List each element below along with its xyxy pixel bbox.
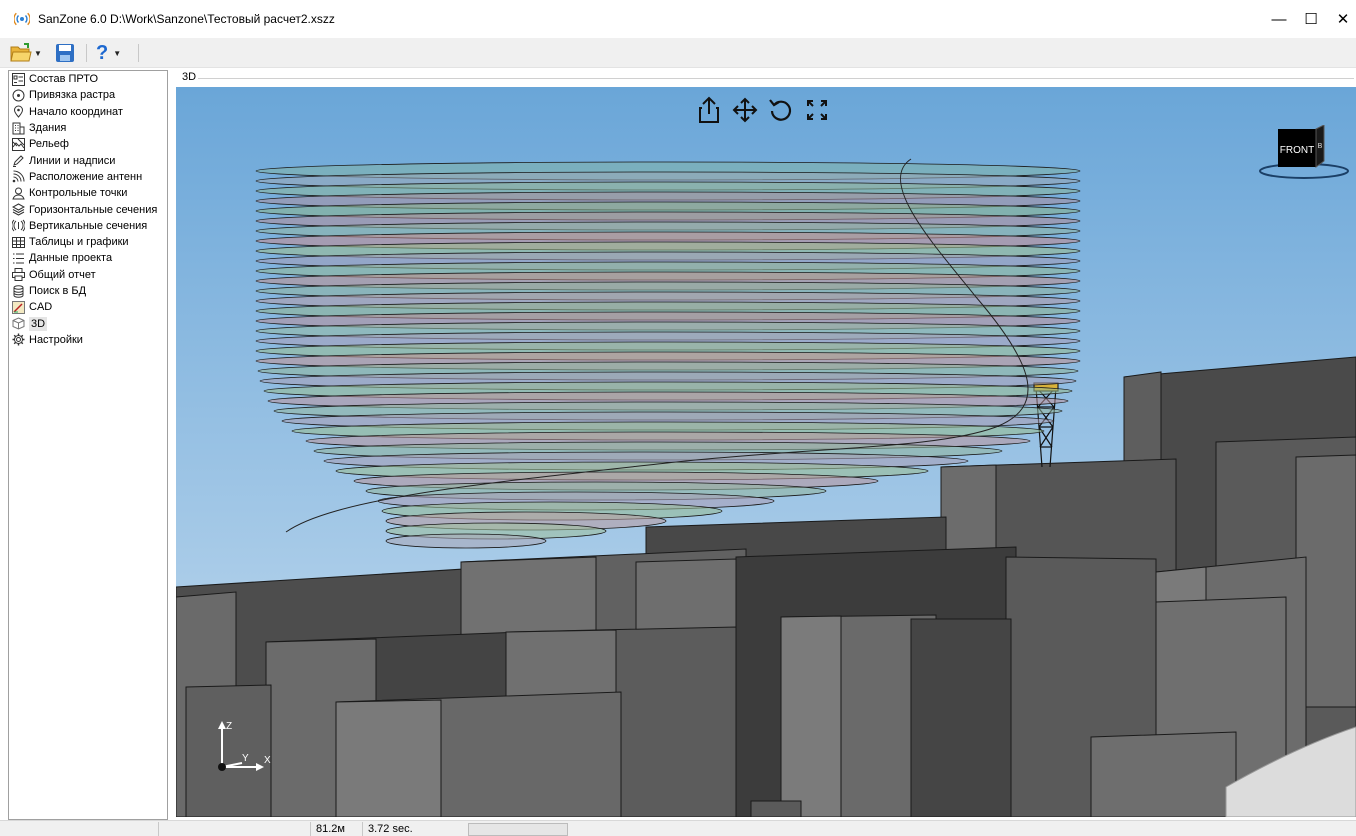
terrain-icon <box>12 137 25 151</box>
axes-icon: Z Y X <box>218 721 271 771</box>
sidebar-item-project-data[interactable]: Данные проекта <box>9 250 167 266</box>
panel-divider <box>198 78 1354 79</box>
toolbar-separator <box>86 44 87 62</box>
3d-scene <box>176 87 1356 817</box>
axis-y-label: Y <box>242 753 249 764</box>
sidebar-item-label: Рельеф <box>29 138 69 151</box>
status-bar: 81.2м 3.72 sec. <box>0 820 1356 836</box>
export-view-button[interactable] <box>695 94 723 126</box>
sidebar-item-3d[interactable]: 3D <box>9 315 167 331</box>
sidebar-item-label: Контрольные точки <box>29 187 128 200</box>
title-bar: SanZone 6.0 D:\Work\Sanzone\Тестовый рас… <box>0 0 1356 38</box>
sidebar-item-label: Вертикальные сечения <box>29 219 148 232</box>
axis-x-label: X <box>264 755 271 766</box>
toolbar: ▼ ? ▼ <box>0 38 1356 68</box>
share-export-icon <box>699 96 719 123</box>
sidebar-item-label: Начало координат <box>29 105 123 118</box>
navcube-front-label: FRONT <box>1280 145 1314 156</box>
location-person-icon <box>12 187 25 200</box>
sidebar-item-general-report[interactable]: Общий отчет <box>9 267 167 283</box>
radio-waves-icon <box>12 219 25 232</box>
sidebar-item-label: Здания <box>29 122 67 135</box>
sidebar-item-lines-labels[interactable]: Линии и надписи <box>9 152 167 168</box>
building-icon <box>12 122 25 135</box>
sidebar-item-label: Данные проекта <box>29 252 113 265</box>
sidebar-item-tables-charts[interactable]: Таблицы и графики <box>9 234 167 250</box>
maximize-icon: ☐ <box>1304 11 1318 28</box>
minimize-icon: — <box>1271 10 1287 28</box>
sidebar-item-raster-binding[interactable]: Привязка растра <box>9 87 167 103</box>
sidebar-item-prto[interactable]: Состав ПРТО <box>9 71 167 87</box>
fullscreen-button[interactable] <box>803 94 831 126</box>
database-icon <box>13 284 24 298</box>
sidebar-item-vertical-sections[interactable]: Вертикальные сечения <box>9 218 167 234</box>
fullscreen-icon <box>807 100 827 120</box>
chevron-down-icon: ▼ <box>34 48 42 58</box>
folder-open-icon <box>10 43 32 62</box>
save-button[interactable] <box>55 42 75 64</box>
sidebar-item-label: Поиск в БД <box>29 285 87 297</box>
navigation-cube[interactable]: FRONT B <box>1258 124 1350 183</box>
sidebar-item-label: CAD <box>29 301 53 314</box>
pan-button[interactable] <box>731 94 759 126</box>
help-icon: ? <box>96 41 109 64</box>
cube-icon <box>12 317 25 330</box>
sidebar-item-label: Линии и надписи <box>29 154 116 167</box>
toolbar-separator <box>138 44 139 62</box>
status-distance: 81.2м <box>310 822 362 836</box>
pen-icon <box>13 155 24 168</box>
sidebar-item-terrain[interactable]: Рельеф <box>9 136 167 152</box>
3d-viewport[interactable]: FRONT B Z Y X <box>176 87 1356 817</box>
help-button[interactable]: ? ▼ <box>96 42 121 64</box>
sidebar-item-label: Таблицы и графики <box>29 236 129 249</box>
sidebar-item-buildings[interactable]: Здания <box>9 120 167 136</box>
crosshair-circle-icon <box>12 89 25 102</box>
sidebar-item-label: Горизонтальные сечения <box>29 203 158 216</box>
sidebar-item-db-search[interactable]: Поиск в БД <box>9 283 167 299</box>
open-file-button[interactable]: ▼ <box>10 42 42 64</box>
printer-icon <box>12 268 25 282</box>
close-icon: ✕ <box>1336 11 1350 28</box>
window-title: SanZone 6.0 D:\Work\Sanzone\Тестовый рас… <box>38 12 335 26</box>
map-pin-icon <box>13 105 24 118</box>
close-button[interactable]: ✕ <box>1320 0 1356 38</box>
sidebar-item-control-points[interactable]: Контрольные точки <box>9 185 167 201</box>
sidebar-item-label: Состав ПРТО <box>29 73 99 86</box>
status-progress-bar <box>468 823 568 836</box>
sidebar-item-label: 3D <box>29 316 48 331</box>
rotate-icon <box>769 99 792 121</box>
chevron-down-icon: ▼ <box>113 48 122 58</box>
floppy-disk-icon <box>56 44 74 62</box>
sidebar-item-horizontal-sections[interactable]: Горизонтальные сечения <box>9 201 167 217</box>
sidebar-item-label: Расположение антенн <box>29 170 143 183</box>
status-render-time: 3.72 sec. <box>362 822 462 836</box>
sidebar-item-cad[interactable]: CAD <box>9 299 167 315</box>
cube-view-icon: FRONT B <box>1259 124 1349 179</box>
status-cell-empty <box>158 822 310 836</box>
sidebar-item-label: Настройки <box>29 333 83 346</box>
sidebar-item-label: Общий отчет <box>29 268 96 281</box>
axes-gizmo: Z Y X <box>212 717 282 777</box>
sidebar-item-antenna-layout[interactable]: Расположение антенн <box>9 169 167 185</box>
list-card-icon <box>12 72 25 86</box>
layers-icon <box>12 203 25 216</box>
rotate-button[interactable] <box>767 94 795 126</box>
bullet-list-icon <box>13 253 24 264</box>
viewport-toolbar <box>695 94 831 128</box>
sidebar-item-settings[interactable]: Настройки <box>9 332 167 348</box>
table-icon <box>12 236 25 248</box>
app-antenna-icon <box>14 12 30 26</box>
gear-icon <box>12 333 25 346</box>
sidebar-item-label: Привязка растра <box>29 89 116 102</box>
axis-z-label: Z <box>226 721 232 732</box>
pan-move-icon <box>732 97 758 123</box>
sidebar-item-origin[interactable]: Начало координат <box>9 104 167 120</box>
navcube-side-label: B <box>1318 143 1323 150</box>
antenna-signal-icon <box>12 170 25 183</box>
cad-drawing-icon <box>12 300 25 314</box>
panel-title: 3D <box>182 71 197 83</box>
sidebar: Состав ПРТО Привязка растра Начало коорд… <box>8 70 168 820</box>
